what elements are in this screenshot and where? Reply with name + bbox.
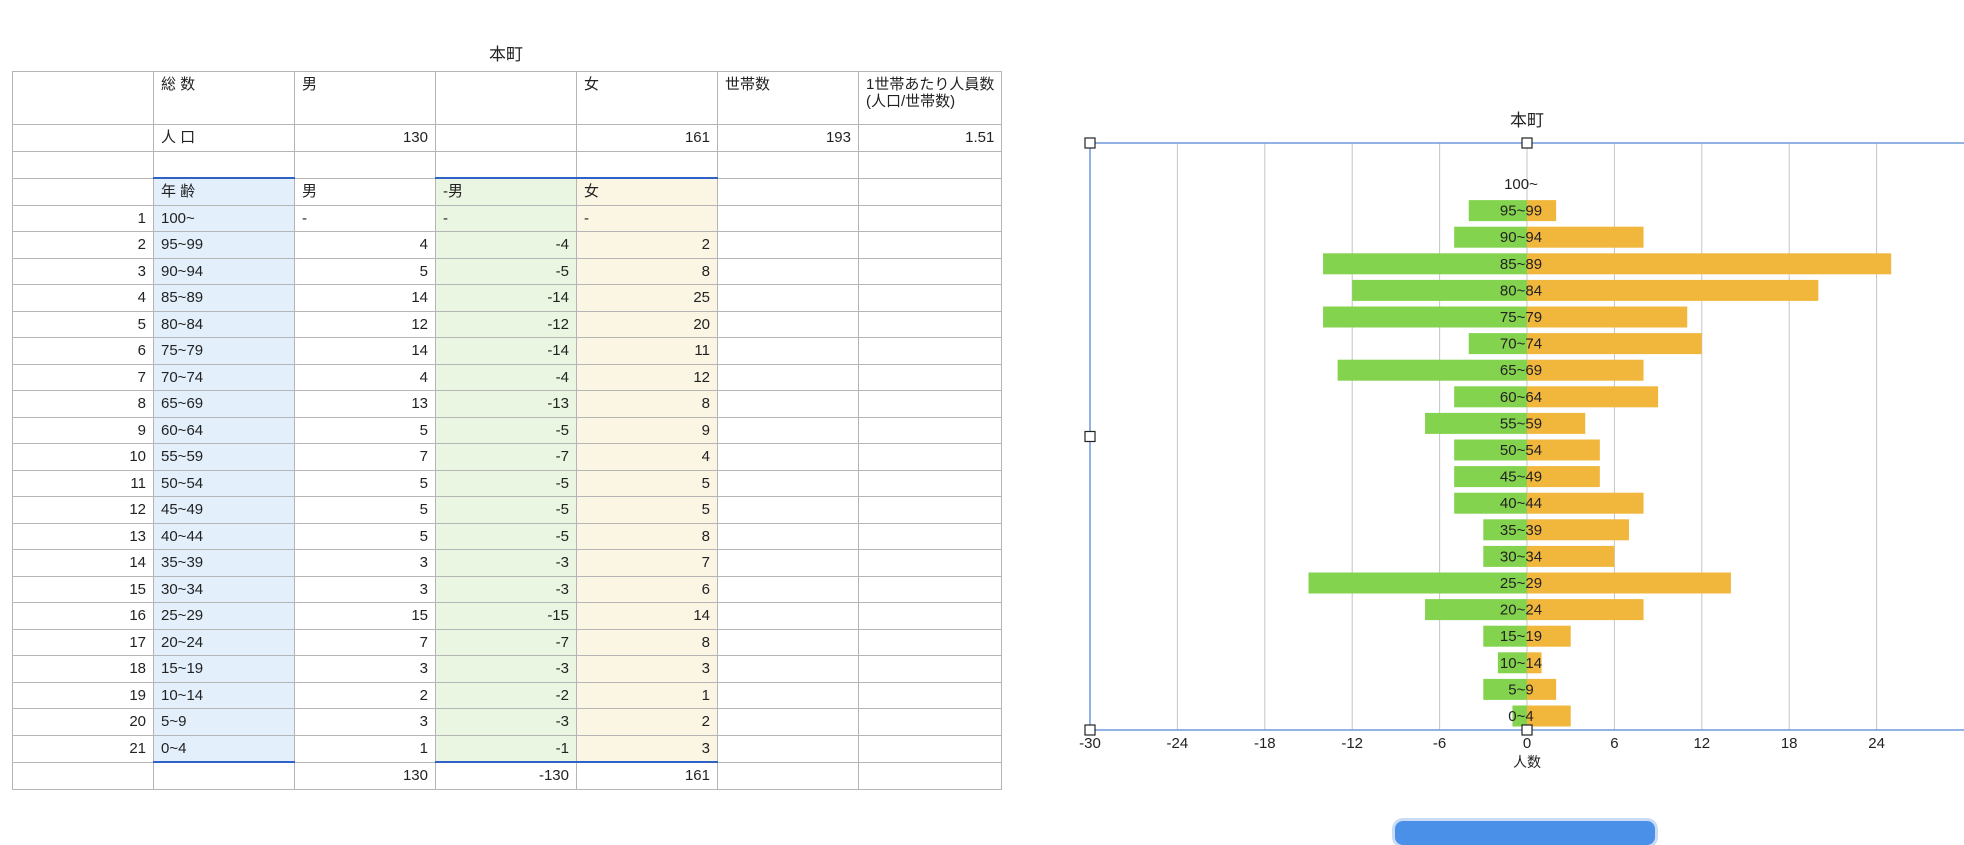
bar-female [1527,572,1731,594]
bar-male [1323,253,1527,275]
category-label: 25~29 [1500,575,1542,592]
category-label: 65~69 [1500,362,1542,379]
category-label: 70~74 [1500,336,1542,353]
chart-title: 本町 [1510,111,1544,130]
selection-handle [1084,724,1096,736]
chart-x-axis-label: 人数 [1513,754,1541,770]
bar-female [1527,279,1819,301]
category-label: 0~4 [1508,708,1533,725]
category-label: 5~9 [1508,681,1533,698]
bar-male [1337,359,1527,381]
bar-female [1527,359,1644,381]
category-label: 30~34 [1500,548,1542,565]
bar-female [1527,333,1702,355]
x-tick-label: -30 [1079,735,1101,752]
category-label: 60~64 [1500,389,1542,406]
x-tick-label: -12 [1341,735,1363,752]
x-tick-label: 0 [1523,735,1531,752]
bar-female [1527,386,1659,408]
category-label: 55~59 [1500,415,1542,432]
category-label: 95~99 [1500,203,1542,220]
category-label: 15~19 [1500,628,1542,645]
x-tick-label: -6 [1433,735,1446,752]
category-label: 90~94 [1500,229,1542,246]
selection-handle [1521,137,1533,149]
category-label: 80~84 [1500,282,1542,299]
category-label: 10~14 [1500,655,1542,672]
bottom-panel-button[interactable] [1395,821,1655,845]
x-tick-label: -18 [1254,735,1276,752]
x-tick-label: 18 [1781,735,1798,752]
category-label: 85~89 [1500,256,1542,273]
bar-male [1308,572,1527,594]
category-label: 50~54 [1500,442,1542,459]
selection-handle [1521,724,1533,736]
category-label: 45~49 [1500,469,1542,486]
category-label: 75~79 [1500,309,1542,326]
category-label: 20~24 [1500,602,1542,619]
population-pyramid-chart[interactable]: 本町 人数 100~ 95~99 90~94 85~89 80~84 75~79 70~74… [0,0,1964,834]
x-tick-label: 6 [1610,735,1618,752]
bar-female [1527,599,1644,621]
x-tick-label: 12 [1693,735,1710,752]
category-label: 40~44 [1500,495,1542,512]
bar-female [1527,306,1688,328]
bar-male [1323,306,1527,328]
selection-handle [1084,137,1096,149]
x-tick-label: 24 [1868,735,1885,752]
category-label: 100~ [1504,176,1538,193]
bar-female [1527,226,1644,248]
bar-female [1527,519,1629,541]
bar-female [1527,253,1892,275]
category-label: 35~39 [1500,522,1542,539]
bar-female [1527,492,1644,514]
selection-handle [1084,430,1096,443]
x-tick-label: -24 [1167,735,1189,752]
